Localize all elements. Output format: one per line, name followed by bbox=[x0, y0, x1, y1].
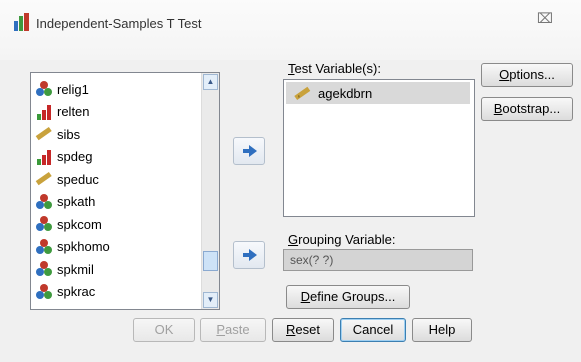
move-to-grouping-button[interactable] bbox=[233, 241, 265, 269]
source-list-item-label: relten bbox=[57, 104, 90, 119]
source-list-item-label: spkrac bbox=[57, 284, 96, 299]
paste-button[interactable]: Paste bbox=[200, 318, 266, 342]
source-list-item-label: spkath bbox=[57, 194, 96, 209]
source-list-item[interactable]: spkath bbox=[35, 192, 95, 212]
bootstrap-button[interactable]: Bootstrap... bbox=[481, 97, 573, 121]
grouping-label-text: rouping Variable: bbox=[298, 232, 396, 247]
nominal-icon bbox=[35, 260, 53, 278]
test-variables-label: Test Variable(s): bbox=[288, 61, 381, 76]
nominal-icon bbox=[35, 215, 53, 233]
define-groups-mnemonic: D bbox=[300, 289, 311, 304]
help-button[interactable]: Help bbox=[412, 318, 472, 342]
grouping-mnemonic: G bbox=[288, 232, 299, 247]
source-scrollbar[interactable]: ▲ ▼ bbox=[201, 73, 219, 309]
ordinal-icon bbox=[35, 103, 53, 121]
grouping-variable-label: Grouping Variable: bbox=[288, 232, 395, 247]
test-variables-label-text: est Variable(s): bbox=[294, 61, 381, 76]
options-button[interactable]: Options... bbox=[481, 63, 573, 87]
ordinal-icon bbox=[35, 148, 53, 166]
define-groups-button[interactable]: Define Groups... bbox=[286, 285, 410, 309]
cancel-button[interactable]: Cancel bbox=[340, 318, 406, 342]
app-icon bbox=[14, 13, 29, 31]
source-list-item-label: sibs bbox=[57, 126, 81, 142]
test-variable-item[interactable]: agekdbrn bbox=[286, 82, 470, 104]
source-list-item[interactable]: spkcom bbox=[35, 214, 102, 234]
arrow-right-icon bbox=[243, 249, 257, 261]
nominal-icon bbox=[35, 283, 53, 301]
scroll-down-button[interactable]: ▼ bbox=[203, 292, 218, 308]
scroll-up-button[interactable]: ▲ bbox=[203, 74, 218, 90]
options-label: ptions... bbox=[509, 67, 555, 82]
test-variable-label: agekdbrn bbox=[318, 85, 373, 101]
options-mnemonic: O bbox=[499, 67, 510, 82]
arrow-right-icon bbox=[243, 145, 257, 157]
close-icon: ⌧ bbox=[536, 10, 554, 26]
ok-button[interactable]: OK bbox=[133, 318, 195, 342]
source-list-item-label: spkcom bbox=[57, 216, 102, 232]
scale-icon bbox=[35, 170, 53, 188]
move-to-test-button[interactable] bbox=[233, 137, 265, 165]
scale-icon bbox=[294, 86, 311, 101]
scale-icon bbox=[35, 125, 53, 143]
source-list-item[interactable]: spkmil bbox=[35, 259, 94, 279]
source-list-item[interactable]: relig1 bbox=[35, 79, 89, 99]
source-list-item-label: relig1 bbox=[57, 81, 89, 97]
title-bar: Independent-Samples T Test ⌧ bbox=[0, 0, 581, 60]
source-list-item[interactable]: sibs bbox=[35, 124, 80, 144]
reset-label: eset bbox=[295, 322, 320, 337]
paste-mnemonic: P bbox=[216, 322, 226, 337]
close-button[interactable]: ⌧ bbox=[525, 6, 565, 30]
source-list-item-label: spdeg bbox=[57, 149, 93, 164]
window-title: Independent-Samples T Test bbox=[36, 16, 202, 31]
source-list-item[interactable]: relten bbox=[35, 102, 90, 122]
nominal-icon bbox=[35, 238, 53, 256]
test-variables-list[interactable]: agekdbrn bbox=[283, 79, 475, 217]
bootstrap-label: ootstrap... bbox=[502, 101, 561, 116]
source-list-item-label: speduc bbox=[57, 171, 99, 187]
nominal-icon bbox=[35, 193, 53, 211]
source-variable-list[interactable]: relig1 relten sibs spdeg speduc spkath spkcom s… bbox=[30, 72, 220, 310]
source-list-item[interactable]: spkrac bbox=[35, 282, 95, 302]
scroll-thumb[interactable] bbox=[203, 251, 218, 271]
source-list-item[interactable]: spdeg bbox=[35, 147, 92, 167]
source-list-item[interactable]: speduc bbox=[35, 169, 99, 189]
reset-button[interactable]: Reset bbox=[272, 318, 334, 342]
reset-mnemonic: R bbox=[286, 322, 296, 337]
nominal-icon bbox=[35, 80, 53, 98]
source-list-item-label: spkmil bbox=[57, 261, 94, 277]
grouping-variable-field[interactable]: sex(? ?) bbox=[283, 249, 473, 271]
source-list-item-label: spkhomo bbox=[57, 239, 110, 254]
paste-label: aste bbox=[225, 322, 250, 337]
define-groups-label: efine Groups... bbox=[310, 289, 396, 304]
source-list-item[interactable]: spkhomo bbox=[35, 237, 110, 257]
